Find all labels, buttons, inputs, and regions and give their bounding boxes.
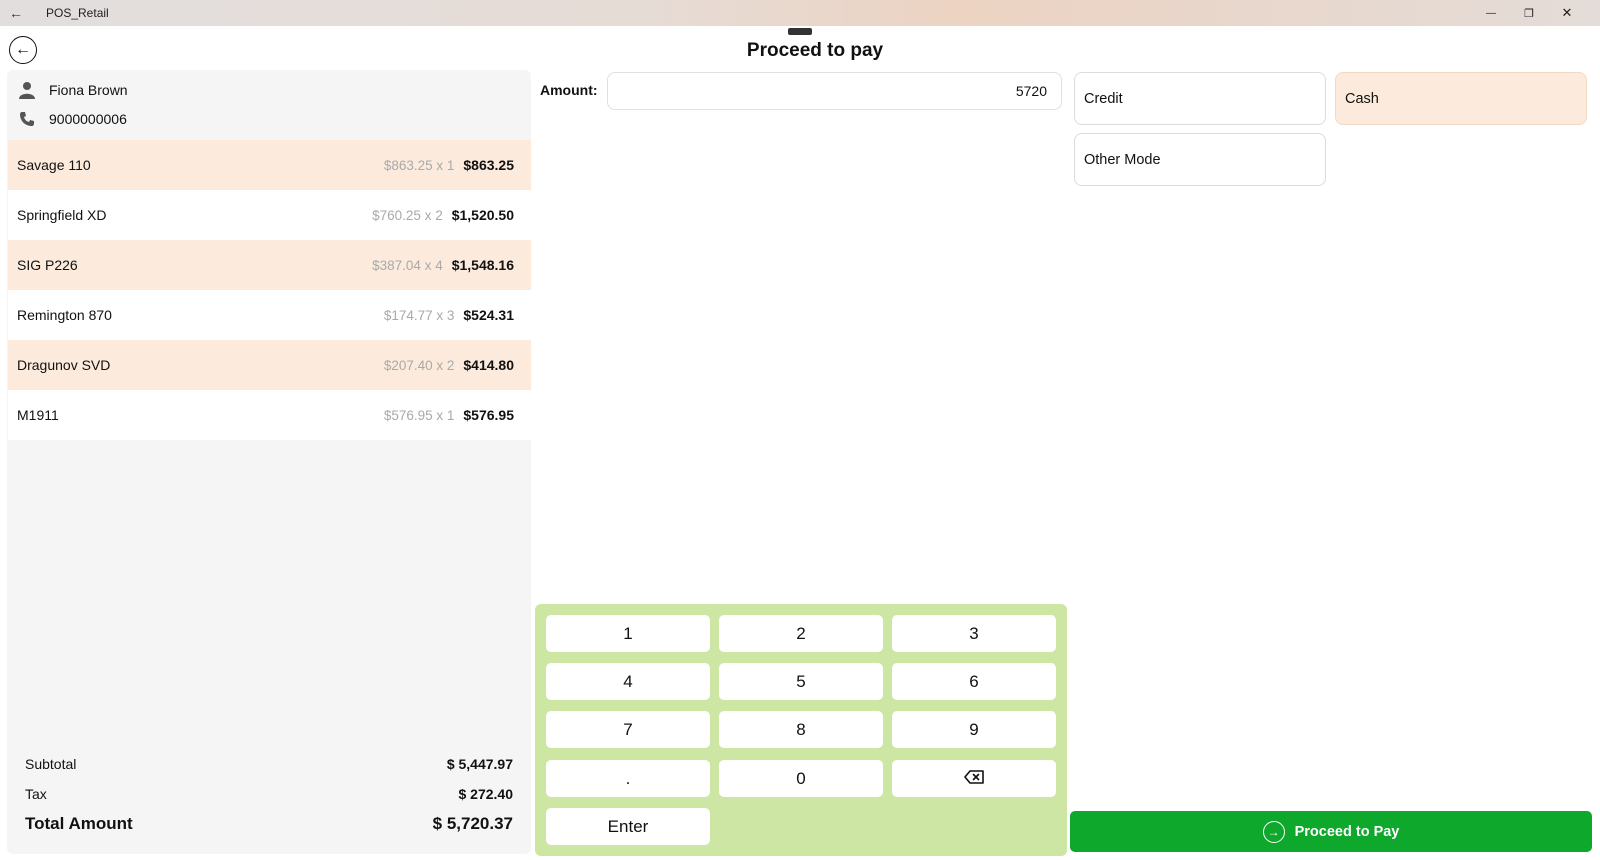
tax-label: Tax [25, 786, 47, 802]
item-total: $1,548.16 [451, 257, 514, 273]
restore-icon[interactable]: ❐ [1510, 0, 1548, 26]
key-7[interactable]: 7 [546, 711, 710, 748]
item-unit-price: $863.25 x 1 [383, 157, 455, 173]
key-5[interactable]: 5 [719, 663, 883, 700]
total-row: Total Amount $ 5,720.37 [25, 814, 513, 834]
item-name: Savage 110 [17, 157, 91, 173]
payment-mode-other[interactable]: Other Mode [1074, 133, 1326, 186]
item-unit-price: $207.40 x 2 [383, 357, 455, 373]
list-item[interactable]: M1911 $576.95 x 1 $576.95 [8, 390, 531, 440]
total-value: $ 5,720.37 [432, 814, 513, 833]
item-list: Savage 110 $863.25 x 1 $863.25 Springfie… [8, 140, 531, 440]
customer-phone: 9000000006 [49, 111, 127, 127]
item-total: $524.31 [463, 307, 514, 323]
enter-key[interactable]: Enter [546, 808, 710, 845]
window-title: POS_Retail [46, 6, 109, 20]
list-item[interactable]: Dragunov SVD $207.40 x 2 $414.80 [8, 340, 531, 390]
amount-input[interactable] [607, 72, 1062, 110]
key-1[interactable]: 1 [546, 615, 710, 652]
numeric-keypad: 1 2 3 4 5 6 7 8 9 . 0 Enter [535, 604, 1067, 856]
key-2[interactable]: 2 [719, 615, 883, 652]
window-controls: — ❐ ✕ [1472, 0, 1600, 26]
proceed-to-pay-button[interactable]: → Proceed to Pay [1070, 811, 1592, 852]
tax-value: $ 272.40 [458, 786, 514, 802]
key-4[interactable]: 4 [546, 663, 710, 700]
subtotal-value: $ 5,447.97 [446, 756, 513, 772]
key-decimal[interactable]: . [546, 760, 710, 797]
item-name: Remington 870 [17, 307, 112, 323]
item-unit-price: $174.77 x 3 [383, 307, 455, 323]
window-back-icon[interactable]: ← [0, 0, 32, 26]
proceed-label: Proceed to Pay [1294, 823, 1400, 840]
arrow-right-circle-icon: → [1262, 820, 1285, 843]
item-total: $576.95 [463, 407, 514, 423]
amount-label: Amount: [540, 82, 598, 98]
title-bar: ← POS_Retail — ❐ ✕ [0, 0, 1600, 26]
item-unit-price: $576.95 x 1 [383, 407, 455, 423]
key-0[interactable]: 0 [719, 760, 883, 797]
list-item[interactable]: Savage 110 $863.25 x 1 $863.25 [8, 140, 531, 190]
close-icon[interactable]: ✕ [1548, 0, 1586, 26]
order-panel: Fiona Brown 9000000006 Savage 110 $863.2… [7, 70, 531, 854]
drag-handle[interactable] [788, 28, 812, 35]
item-total: $1,520.50 [451, 207, 514, 223]
total-label: Total Amount [25, 814, 133, 833]
payment-mode-credit[interactable]: Credit [1074, 72, 1326, 125]
page-title: Proceed to pay [746, 40, 884, 61]
backspace-icon [964, 769, 984, 789]
item-name: SIG P226 [17, 257, 78, 273]
item-unit-price: $387.04 x 4 [372, 257, 443, 273]
backspace-key[interactable] [892, 760, 1056, 797]
key-9[interactable]: 9 [892, 711, 1056, 748]
customer-name-row: Fiona Brown [17, 80, 128, 100]
list-item[interactable]: SIG P226 $387.04 x 4 $1,548.16 [8, 240, 531, 290]
list-item[interactable]: Remington 870 $174.77 x 3 $524.31 [8, 290, 531, 340]
person-icon [17, 80, 37, 100]
item-name: Dragunov SVD [17, 357, 111, 373]
minimize-icon[interactable]: — [1472, 0, 1510, 26]
list-item[interactable]: Springfield XD $760.25 x 2 $1,520.50 [8, 190, 531, 240]
subtotal-row: Subtotal $ 5,447.97 [25, 756, 513, 772]
item-unit-price: $760.25 x 2 [372, 207, 443, 223]
item-total: $414.80 [463, 357, 514, 373]
subtotal-label: Subtotal [25, 756, 77, 772]
customer-name: Fiona Brown [49, 82, 128, 98]
key-6[interactable]: 6 [892, 663, 1056, 700]
item-total: $863.25 [463, 157, 514, 173]
key-8[interactable]: 8 [719, 711, 883, 748]
key-3[interactable]: 3 [892, 615, 1056, 652]
payment-mode-cash[interactable]: Cash [1335, 72, 1587, 125]
customer-phone-row: 9000000006 [17, 109, 127, 129]
item-name: Springfield XD [17, 207, 107, 223]
phone-icon [17, 109, 37, 129]
tax-row: Tax $ 272.40 [25, 786, 513, 802]
item-name: M1911 [17, 407, 59, 423]
